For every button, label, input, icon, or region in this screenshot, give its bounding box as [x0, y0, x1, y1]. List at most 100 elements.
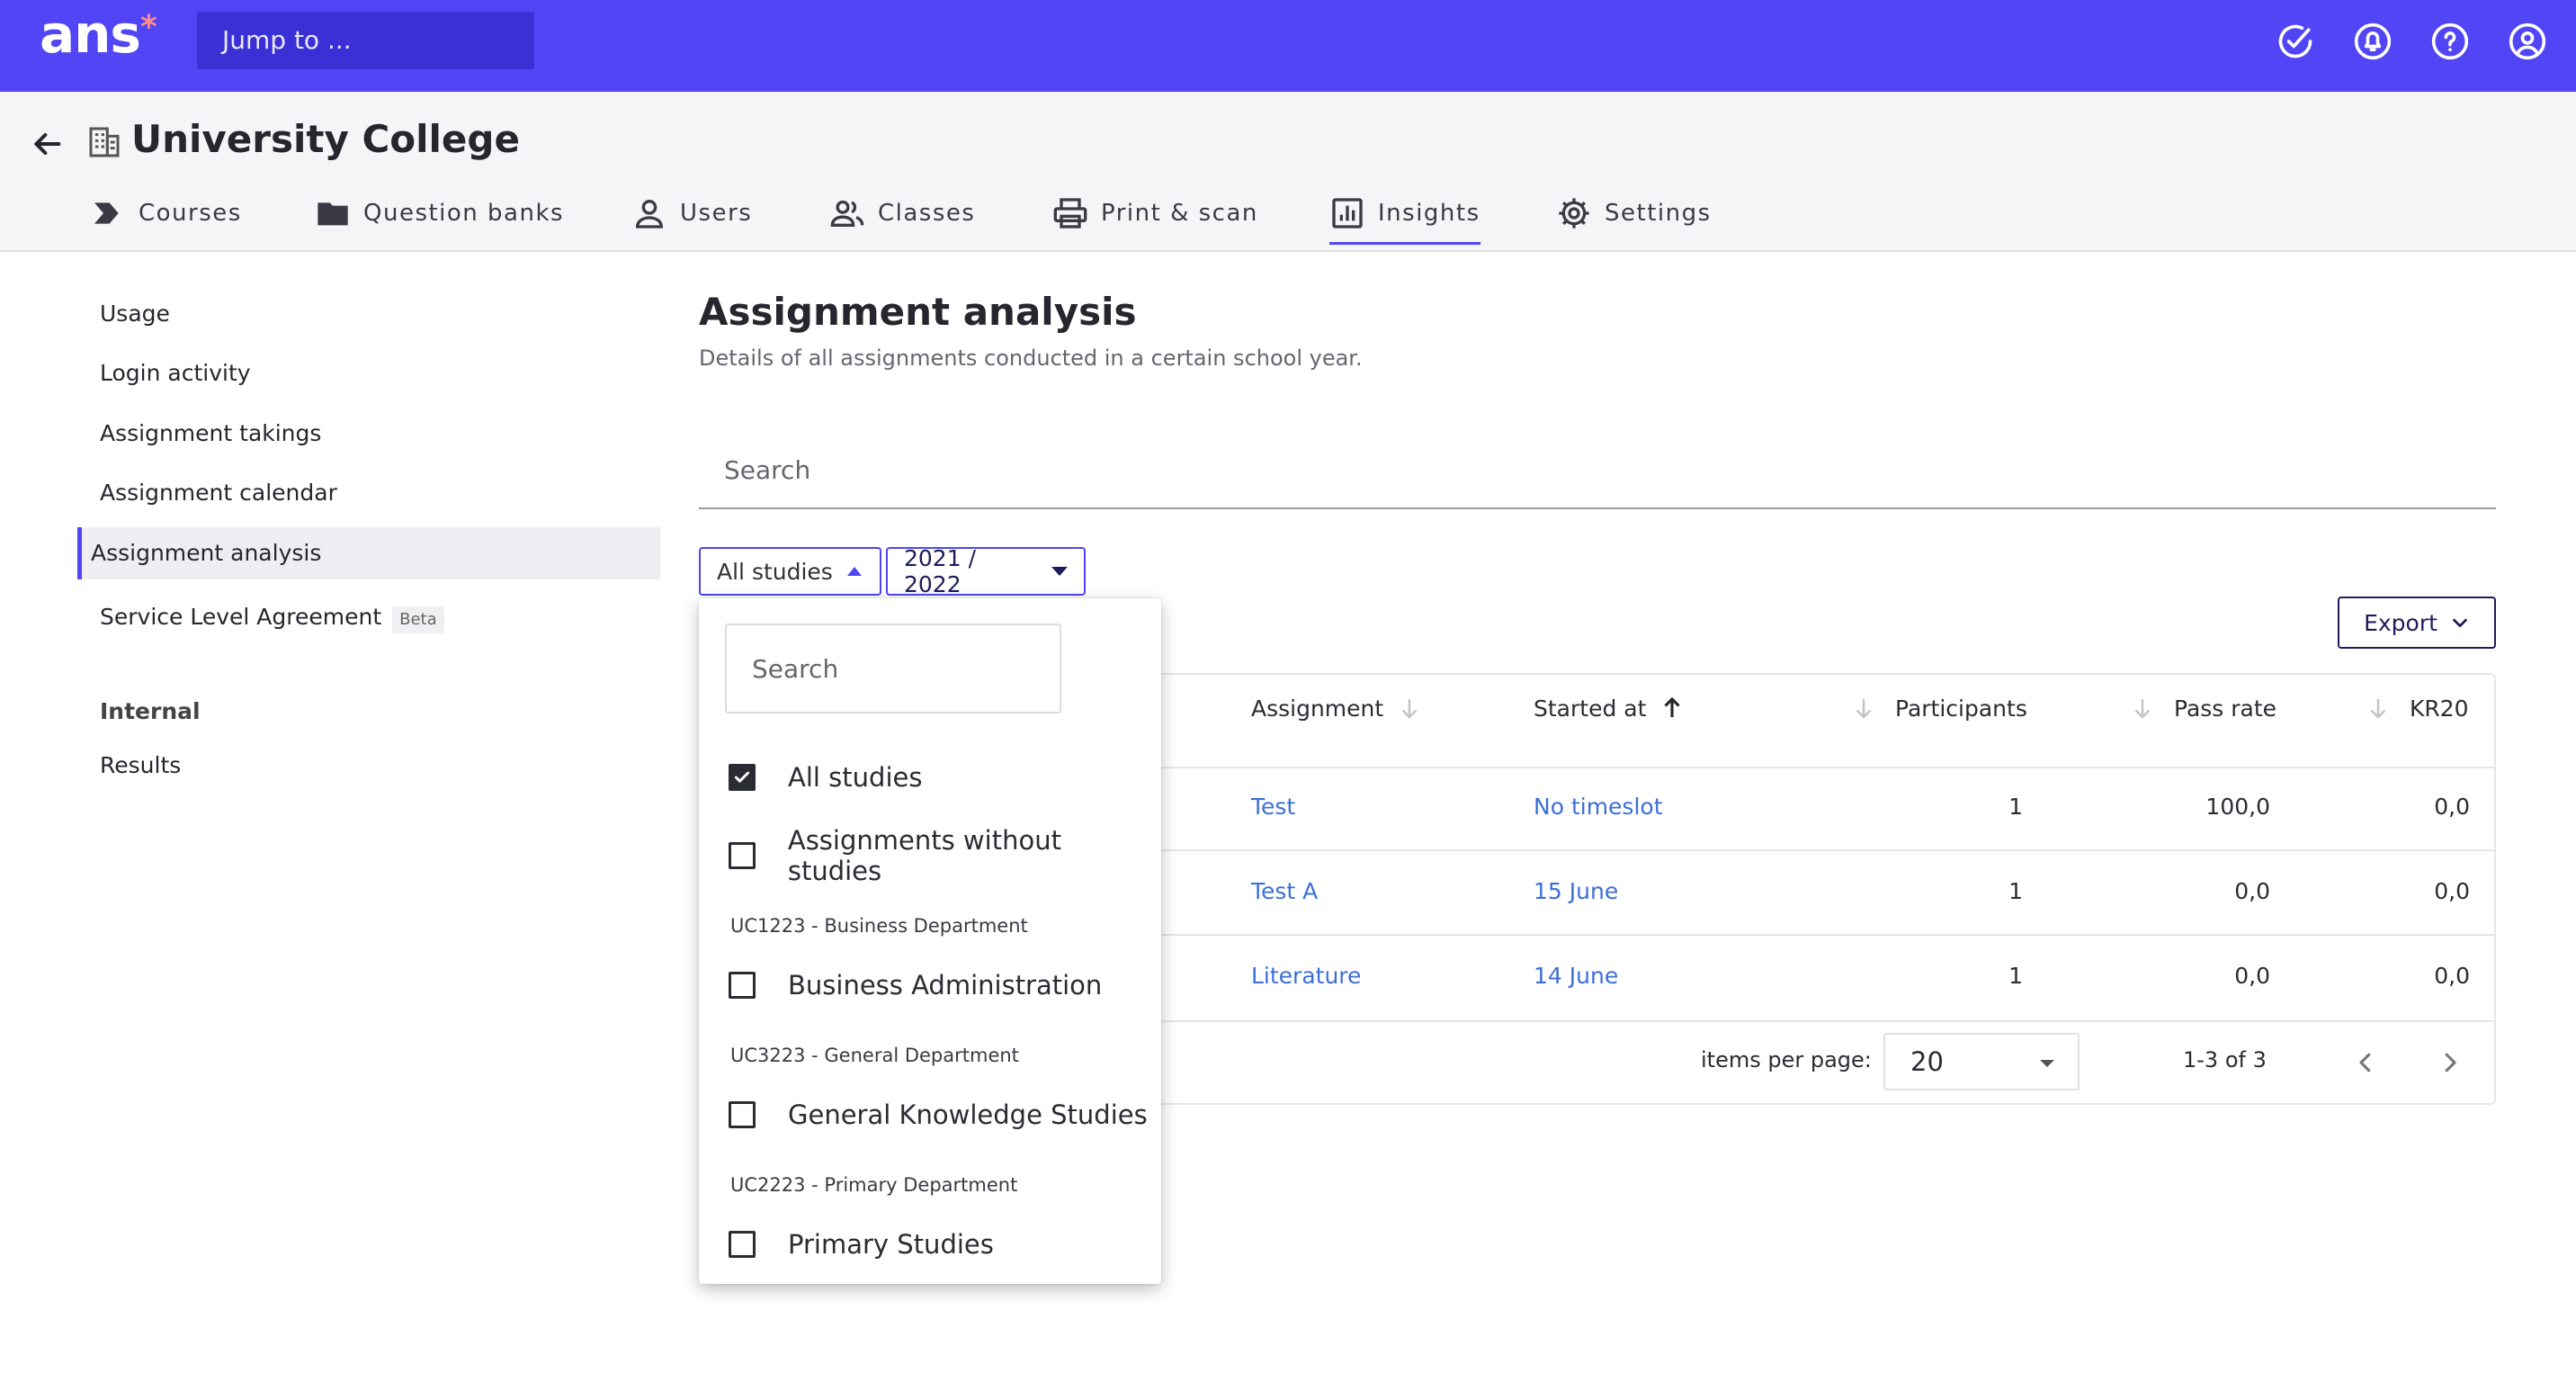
chart-icon — [1332, 198, 1363, 229]
page-title: University College — [131, 117, 520, 161]
option-assignments-without-studies[interactable]: Assignments without studies — [729, 825, 1161, 886]
sidebar-item-usage[interactable]: Usage — [86, 288, 660, 340]
column-label: KR20 — [2410, 695, 2469, 722]
studies-dropdown: All studies Assignments without studies … — [699, 598, 1161, 1284]
option-all-studies[interactable]: All studies — [729, 759, 922, 795]
option-label: Assignments without studies — [787, 825, 1061, 886]
column-header-pass-rate[interactable]: Pass rate — [2129, 695, 2276, 722]
participants-value: 1 — [2008, 963, 2023, 989]
option-business-administration[interactable]: Business Administration — [729, 967, 1102, 1003]
checkbox[interactable] — [729, 972, 756, 999]
export-button[interactable]: Export — [2338, 597, 2496, 649]
checkbox[interactable] — [729, 1101, 756, 1128]
kr20-value: 0,0 — [2434, 963, 2470, 989]
option-label: All studies — [788, 762, 923, 793]
chevron-down-icon — [2453, 618, 2467, 628]
tab-label: Classes — [878, 200, 976, 227]
sort-down-icon[interactable] — [1396, 695, 1423, 722]
gear-icon — [1559, 198, 1589, 229]
tab-settings[interactable]: Settings — [1556, 182, 1712, 245]
sort-down-icon[interactable] — [1850, 695, 1877, 722]
checkbox[interactable] — [729, 1231, 756, 1258]
export-label: Export — [2364, 609, 2437, 636]
account-icon[interactable] — [2508, 22, 2547, 61]
column-header-assignment[interactable]: Assignment — [1251, 695, 1423, 722]
group-title: UC1223 - Business Department — [730, 915, 1028, 937]
caret-up-icon — [846, 567, 862, 576]
column-label: Started at — [1534, 695, 1647, 722]
year-filter-label: 2021 / 2022 — [904, 545, 976, 597]
studies-filter-label: All studies — [717, 558, 833, 585]
caret-down-icon — [2040, 1060, 2054, 1067]
year-filter-button[interactable]: 2021 / 2022 — [886, 545, 1086, 597]
section-title: Assignment analysis — [699, 290, 1137, 334]
bell-icon[interactable] — [2353, 22, 2393, 61]
sidebar-item-sla[interactable]: Service Level Agreement Beta — [86, 591, 660, 643]
tab-courses[interactable]: Courses — [90, 182, 242, 245]
option-general-knowledge-studies[interactable]: General Knowledge Studies — [729, 1097, 1148, 1133]
studies-filter-button[interactable]: All studies — [699, 547, 881, 596]
group-title: UC3223 - General Department — [730, 1045, 1019, 1066]
tab-insights[interactable]: Insights — [1329, 182, 1480, 245]
user-icon — [635, 200, 664, 229]
column-header-kr20[interactable]: KR20 — [2365, 695, 2469, 722]
option-label: General Knowledge Studies — [788, 1099, 1148, 1130]
sort-up-icon[interactable] — [1659, 695, 1686, 722]
tab-label: Users — [680, 200, 753, 227]
pass-rate-value: 0,0 — [2234, 878, 2270, 904]
arrow-back-icon[interactable] — [29, 126, 65, 162]
assignment-link[interactable]: Literature — [1251, 963, 1361, 989]
group-icon — [830, 200, 864, 227]
chevron-left-icon[interactable] — [2352, 1049, 2379, 1076]
top-bar: ans * Jump to ... — [0, 0, 2576, 92]
checkbox[interactable] — [729, 842, 756, 869]
jump-to-search[interactable]: Jump to ... — [197, 12, 534, 69]
pagination-range: 1-3 of 3 — [2183, 1047, 2267, 1072]
kr20-value: 0,0 — [2434, 794, 2470, 820]
sidebar-item-results[interactable]: Results — [86, 740, 660, 792]
app-logo[interactable]: ans — [40, 4, 141, 65]
sidebar-item-assignment-calendar[interactable]: Assignment calendar — [86, 467, 660, 519]
sidebar-item-label: Service Level Agreement — [100, 604, 382, 630]
column-header-started-at[interactable]: Started at — [1534, 695, 1686, 722]
sidebar-item-assignment-analysis[interactable]: Assignment analysis — [77, 527, 660, 579]
items-per-page-select[interactable]: 20 — [1883, 1033, 2080, 1090]
chevron-tag-icon — [94, 202, 119, 224]
dropdown-search-input[interactable] — [725, 624, 1061, 713]
tab-classes[interactable]: Classes — [829, 182, 975, 245]
started-at-link[interactable]: 15 June — [1534, 878, 1618, 904]
started-at-link[interactable]: 14 June — [1534, 963, 1618, 989]
assignment-link[interactable]: Test — [1251, 794, 1295, 820]
logo-star: * — [140, 9, 157, 46]
column-label: Participants — [1895, 695, 2027, 722]
sort-down-icon[interactable] — [2129, 695, 2156, 722]
check-icon — [734, 771, 750, 783]
building-icon — [89, 127, 120, 157]
printer-icon — [1053, 198, 1087, 229]
folder-icon — [318, 202, 348, 226]
sort-down-icon[interactable] — [2365, 695, 2392, 722]
column-header-participants[interactable]: Participants — [1850, 695, 2027, 722]
pass-rate-value: 100,0 — [2205, 794, 2270, 820]
started-at-link[interactable]: No timeslot — [1534, 794, 1663, 820]
option-label: Primary Studies — [788, 1229, 994, 1260]
tab-print-scan[interactable]: Print & scan — [1052, 182, 1258, 245]
tab-label: Insights — [1378, 200, 1480, 227]
tab-label: Courses — [139, 200, 242, 227]
sidebar-item-assignment-takings[interactable]: Assignment takings — [86, 408, 660, 460]
option-primary-studies[interactable]: Primary Studies — [729, 1226, 994, 1262]
sidebar-section-internal: Internal — [100, 698, 201, 724]
column-label: Pass rate — [2174, 695, 2277, 722]
assignment-link[interactable]: Test A — [1251, 878, 1318, 904]
help-icon[interactable] — [2430, 22, 2470, 61]
checkbox-checked[interactable] — [729, 764, 756, 791]
beta-badge: Beta — [392, 606, 444, 633]
search-input[interactable] — [699, 432, 2496, 509]
tab-question-banks[interactable]: Question banks — [315, 182, 564, 245]
sidebar-item-login-activity[interactable]: Login activity — [86, 347, 660, 399]
tab-users[interactable]: Users — [631, 182, 752, 245]
items-per-page-label: items per page: — [1701, 1047, 1872, 1072]
group-title: UC2223 - Primary Department — [730, 1174, 1018, 1196]
check-circle-icon[interactable] — [2276, 22, 2315, 61]
chevron-right-icon[interactable] — [2437, 1049, 2464, 1076]
